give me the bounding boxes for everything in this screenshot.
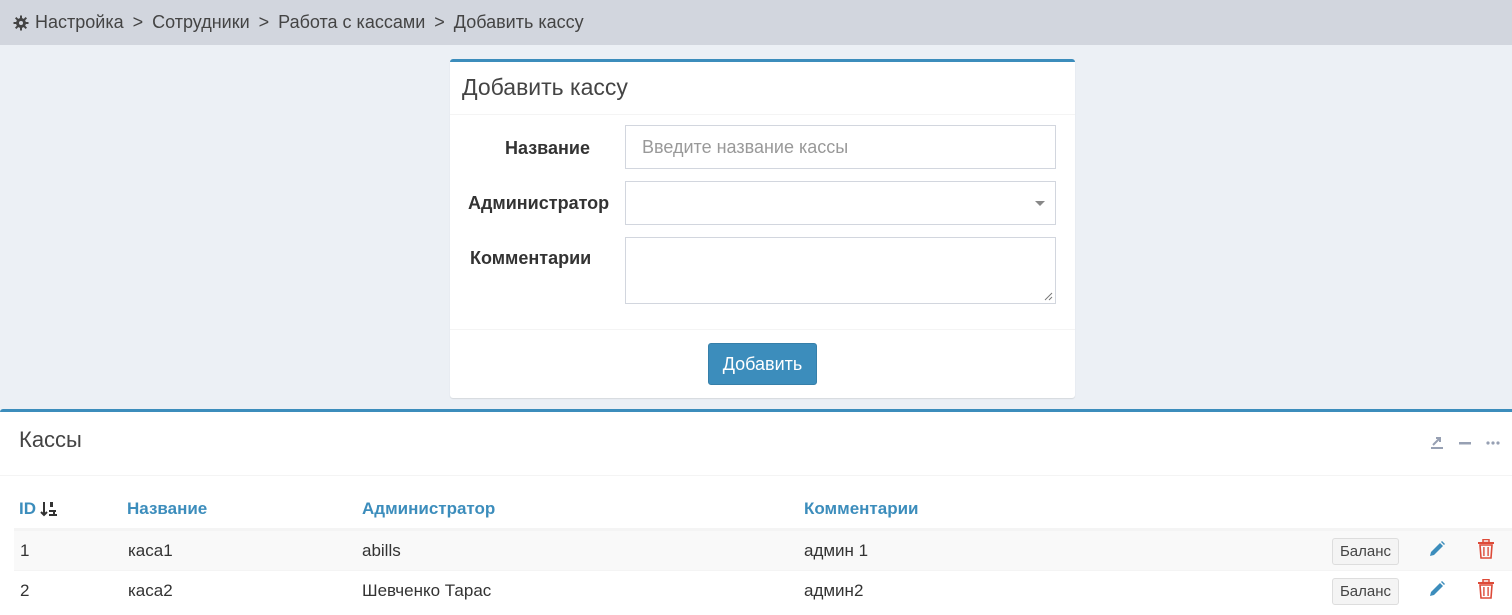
ellipsis-icon[interactable] [1486, 436, 1500, 450]
pencil-icon[interactable] [1427, 539, 1447, 559]
trash-icon[interactable] [1476, 539, 1496, 559]
column-header-admin[interactable]: Администратор [362, 499, 495, 519]
breadcrumb-item-add-cashbox: Добавить кассу [453, 12, 584, 32]
name-input[interactable]: Введите название кассы [625, 125, 1056, 169]
breadcrumb-item-cashboxes[interactable]: Работа с кассами [278, 12, 425, 33]
cell-admin: Шевченко Тарас [362, 581, 492, 600]
divider [450, 329, 1075, 330]
comment-label: Комментарии [470, 248, 592, 268]
name-label: Название [505, 138, 590, 158]
cell-id: 1 [20, 541, 30, 560]
add-cashbox-panel: Добавить кассу Название Введите название… [450, 59, 1075, 398]
comment-textarea[interactable] [625, 237, 1056, 304]
breadcrumb-separator: > [132, 12, 144, 32]
panel-title: Добавить кассу [462, 74, 628, 100]
resize-grip-icon[interactable] [1043, 291, 1053, 301]
trash-icon[interactable] [1476, 579, 1496, 599]
balance-button[interactable]: Баланс [1332, 578, 1399, 605]
export-icon[interactable] [1430, 436, 1444, 450]
column-header-label: ID [19, 499, 36, 518]
pencil-icon[interactable] [1427, 579, 1447, 599]
breadcrumb-separator: > [434, 12, 445, 32]
cell-id: 2 [20, 581, 30, 600]
sort-numeric-icon [40, 501, 58, 517]
column-header-name[interactable]: Название [127, 499, 207, 519]
name-input-placeholder: Введите название кассы [642, 136, 849, 157]
box-tools [1430, 436, 1500, 450]
cell-name: каса2 [128, 581, 173, 600]
table-row: 2 каса2 Шевченко Тарас админ2 Баланс [14, 570, 1512, 610]
add-button[interactable]: Добавить [708, 343, 817, 385]
cell-name: каса1 [128, 541, 173, 560]
admin-select[interactable] [625, 181, 1056, 225]
cell-comment: админ2 [804, 581, 864, 600]
divider [0, 475, 1512, 476]
table-title: Кассы [19, 427, 82, 452]
breadcrumb-item-employees[interactable]: Сотрудники [152, 12, 250, 33]
breadcrumb-item-settings[interactable]: Настройка [35, 12, 124, 33]
cell-comment: админ 1 [804, 541, 869, 560]
column-header-comment[interactable]: Комментарии [804, 499, 918, 519]
admin-label: Администратор [468, 193, 610, 213]
column-header-id[interactable]: ID [19, 499, 58, 519]
gear-icon [13, 15, 29, 31]
caret-down-icon [1035, 201, 1045, 206]
breadcrumb: Настройка > Сотрудники > Работа с кассам… [0, 0, 1512, 45]
minus-icon[interactable] [1458, 436, 1472, 450]
balance-button[interactable]: Баланс [1332, 538, 1399, 565]
breadcrumb-separator: > [258, 12, 270, 32]
cashboxes-box: Кассы ID Название Администратор Коммента… [0, 409, 1512, 615]
cell-admin: abills [362, 541, 401, 560]
table-row: 1 каса1 abills админ 1 Баланс [14, 530, 1512, 570]
divider [450, 114, 1075, 115]
